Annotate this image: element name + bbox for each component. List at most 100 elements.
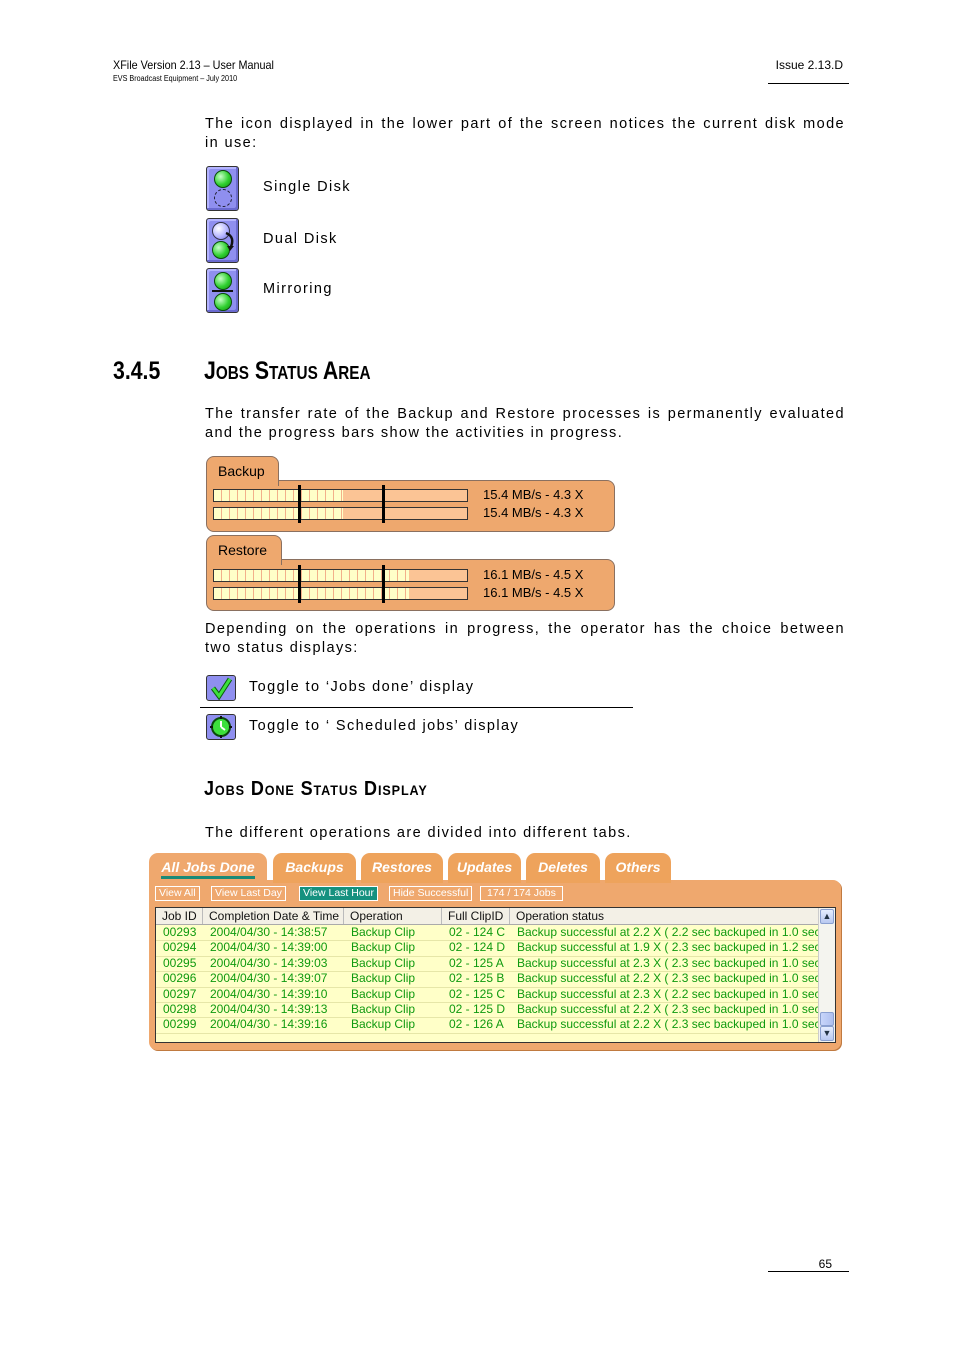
transfer-rate: 16.1 MB/s - 4.5 X <box>483 585 584 600</box>
tab-updates[interactable]: Updates <box>448 853 521 883</box>
clock-icon[interactable] <box>206 714 236 740</box>
transfer-rate: 15.4 MB/s - 4.3 X <box>483 505 584 520</box>
table-cell: Backup successful at 2.2 X ( 2.2 sec bac… <box>517 925 825 939</box>
column-header[interactable]: Completion Date & Time <box>203 908 344 924</box>
disk-mode-label: Dual Disk <box>263 231 338 247</box>
table-cell: Backup successful at 1.9 X ( 2.3 sec bac… <box>517 940 825 955</box>
transfer-rate: 15.4 MB/s - 4.3 X <box>483 487 584 502</box>
marker-tick <box>298 485 301 523</box>
table-cell: 00299 <box>163 1017 197 1032</box>
view-all-button[interactable]: View All <box>155 886 200 901</box>
table-cell: Backup Clip <box>351 986 416 1001</box>
checkmark-icon[interactable] <box>206 675 236 701</box>
table-cell: Backup Clip <box>351 940 416 955</box>
column-header[interactable]: Operation status <box>510 908 818 924</box>
single-disk-icon <box>206 166 239 211</box>
column-header[interactable]: Operation <box>344 908 442 924</box>
scroll-down-icon[interactable]: ▼ <box>820 1026 834 1041</box>
table-cell: 2004/04/30 - 14:39:16 <box>210 1017 328 1032</box>
header-rule <box>768 83 849 84</box>
dual-disk-icon <box>206 218 239 263</box>
scrollbar[interactable]: ▲ ▼ <box>818 908 835 1042</box>
column-header[interactable]: Job ID <box>156 908 203 924</box>
restore-panel: Restore 16.1 MB/s - 4.5 X 16.1 MB/s - 4.… <box>206 535 615 611</box>
toggle-scheduled-jobs[interactable] <box>206 714 236 740</box>
table-cell: 2004/04/30 - 14:39:00 <box>210 940 328 955</box>
tab-deletes[interactable]: Deletes <box>526 853 600 883</box>
table-cell: Backup successful at 2.2 X ( 2.3 sec bac… <box>517 1002 825 1016</box>
progress-bar <box>213 569 468 582</box>
table-cell: 02 - 125 B <box>449 971 505 986</box>
document-subtitle: EVS Broadcast Equipment – July 2010 <box>113 74 238 83</box>
panel-title: Restore <box>206 535 282 565</box>
table-cell: 00298 <box>163 1002 197 1016</box>
subsection-title: Jobs Done Status Display <box>204 778 428 800</box>
column-header[interactable]: Full ClipID <box>442 908 510 924</box>
table-row[interactable]: 00299 2004/04/30 - 14:39:16 Backup Clip 02 … <box>156 1017 825 1034</box>
disk-mode-mirroring <box>206 268 239 313</box>
table-row[interactable]: 00297 2004/04/30 - 14:39:10 Backup Clip 02 … <box>156 986 825 1003</box>
document-title: XFile Version 2.13 – User Manual <box>113 58 274 72</box>
toggle-jobs-done[interactable] <box>206 675 236 701</box>
table-cell: Backup successful at 2.3 X ( 2.2 sec bac… <box>517 986 825 1001</box>
table-row[interactable]: 00293 2004/04/30 - 14:38:57 Backup Clip 02 … <box>156 925 825 942</box>
table-cell: 02 - 126 A <box>449 1017 504 1032</box>
table-cell: 00297 <box>163 986 197 1001</box>
table-cell: Backup Clip <box>351 971 416 986</box>
marker-tick <box>382 565 385 603</box>
table-header: Job ID Completion Date & Time Operation … <box>156 908 818 925</box>
mirroring-icon <box>206 268 239 313</box>
table-cell: 00296 <box>163 971 197 986</box>
jobs-table: Job ID Completion Date & Time Operation … <box>155 907 836 1043</box>
disk-mode-single <box>206 166 239 211</box>
table-row[interactable]: 00298 2004/04/30 - 14:39:13 Backup Clip 02 … <box>156 1002 825 1019</box>
table-cell: 2004/04/30 - 14:38:57 <box>210 925 328 939</box>
table-cell: Backup successful at 2.2 X ( 2.3 sec bac… <box>517 971 825 986</box>
view-last-day-button[interactable]: View Last Day <box>211 886 286 901</box>
scroll-up-icon[interactable]: ▲ <box>820 909 834 924</box>
scroll-thumb[interactable] <box>820 1012 834 1026</box>
table-cell: Backup successful at 2.2 X ( 2.3 sec bac… <box>517 1017 825 1032</box>
marker-tick <box>298 565 301 603</box>
panel-title: Backup <box>206 456 279 486</box>
section-paragraph: The transfer rate of the Backup and Rest… <box>205 406 845 441</box>
table-row[interactable]: 00294 2004/04/30 - 14:39:00 Backup Clip 02 … <box>156 940 825 957</box>
tab-all-jobs-done[interactable]: All Jobs Done <box>149 853 267 883</box>
footer-rule <box>768 1271 849 1272</box>
table-cell: 00293 <box>163 925 197 939</box>
job-count: 174 / 174 Jobs <box>480 886 563 901</box>
progress-bar <box>213 507 468 520</box>
toggle-label: Toggle to ‘ Scheduled jobs’ display <box>249 718 520 734</box>
backup-panel: Backup 15.4 MB/s - 4.3 X 15.4 MB/s - 4.3… <box>206 456 615 532</box>
disk-mode-label: Single Disk <box>263 179 351 195</box>
section-number: 3.4.5 <box>113 357 161 385</box>
tab-restores[interactable]: Restores <box>361 853 443 883</box>
table-cell: Backup Clip <box>351 955 416 970</box>
hide-successful-button[interactable]: Hide Successful <box>389 886 473 901</box>
marker-tick <box>382 485 385 523</box>
divider <box>200 707 633 708</box>
subsection-paragraph: The different operations are divided int… <box>205 825 632 841</box>
table-cell: Backup successful at 2.3 X ( 2.3 sec bac… <box>517 955 825 970</box>
table-cell: 2004/04/30 - 14:39:07 <box>210 971 328 986</box>
table-cell: 00295 <box>163 955 197 970</box>
tab-others[interactable]: Others <box>605 853 671 883</box>
table-cell: Backup Clip <box>351 1017 416 1032</box>
table-row[interactable]: 00296 2004/04/30 - 14:39:07 Backup Clip 02 … <box>156 971 825 988</box>
view-last-hour-button[interactable]: View Last Hour <box>299 886 379 901</box>
issue-label: Issue 2.13.D <box>775 58 843 72</box>
toggle-label: Toggle to ‘Jobs done’ display <box>249 679 475 695</box>
table-cell: 2004/04/30 - 14:39:13 <box>210 1002 328 1016</box>
tab-backups[interactable]: Backups <box>273 853 356 883</box>
section-title: Jobs Status Area <box>204 357 371 385</box>
disk-mode-label: Mirroring <box>263 281 333 297</box>
table-cell: 02 - 125 A <box>449 955 504 970</box>
table-cell: Backup Clip <box>351 1002 416 1016</box>
table-cell: Backup Clip <box>351 925 416 939</box>
intro-paragraph: The icon displayed in the lower part of … <box>205 116 845 151</box>
jobs-done-panel: All Jobs Done Backups Restores Updates D… <box>149 853 841 1050</box>
table-cell: 00294 <box>163 940 197 955</box>
table-cell: 02 - 125 D <box>449 1002 506 1016</box>
table-row[interactable]: 00295 2004/04/30 - 14:39:03 Backup Clip 02 … <box>156 955 825 973</box>
progress-bar <box>213 489 468 502</box>
